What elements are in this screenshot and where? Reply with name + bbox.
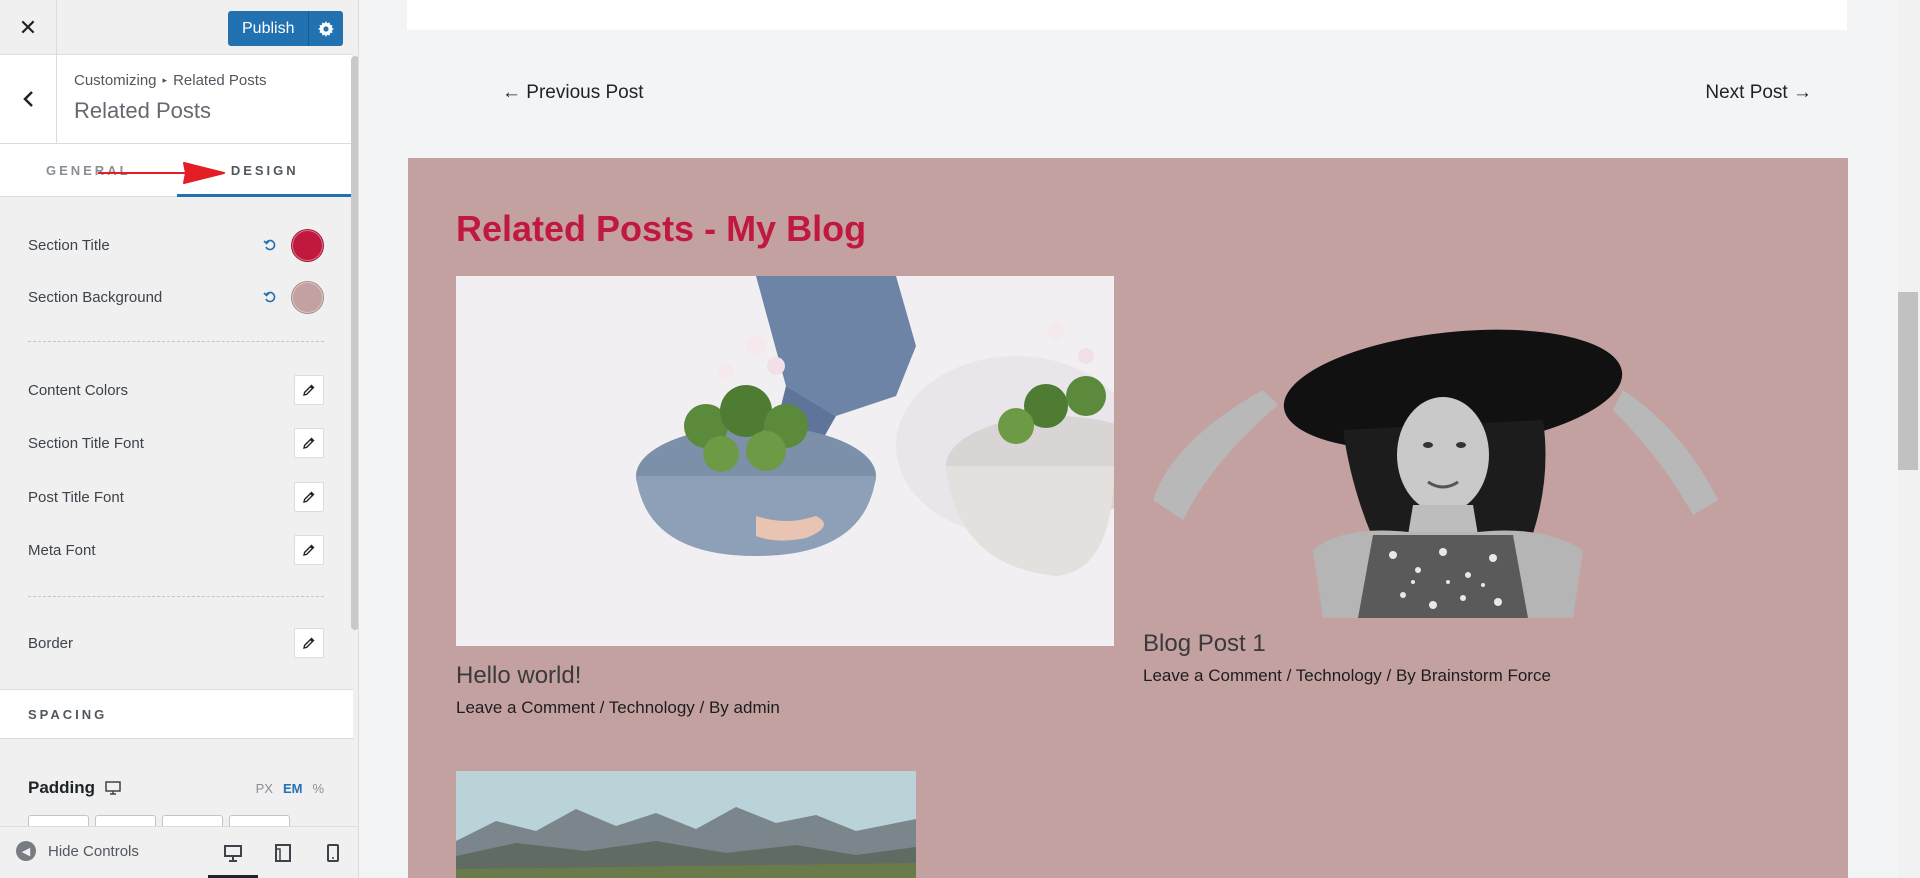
edit-label: Section Title Font — [28, 434, 144, 452]
padding-label: Padding — [28, 778, 96, 797]
meta-by: By — [1395, 666, 1416, 685]
post-title-hello-world[interactable]: Hello world! — [456, 662, 581, 690]
section-title: Related Posts — [74, 98, 211, 123]
divider — [28, 341, 324, 342]
post-thumbnail-mountains[interactable] — [456, 771, 916, 878]
publish-settings-button[interactable] — [309, 11, 344, 46]
unit-px[interactable]: PX — [256, 781, 273, 796]
author-link[interactable]: admin — [734, 698, 780, 717]
meta-by: By — [708, 698, 729, 717]
customizer-sidebar: ✕ Publish Customizing ▸ Related Posts Rela… — [0, 0, 359, 878]
category-link[interactable]: Technology — [1296, 666, 1382, 685]
publish-group: Publish — [228, 11, 344, 46]
color-swatch-section-background[interactable] — [291, 280, 324, 314]
device-mobile-button[interactable] — [308, 827, 358, 878]
desktop-icon — [224, 845, 242, 862]
post-thumbnail-blog-post-1[interactable] — [1143, 320, 1728, 618]
spacing-heading: SPACING — [0, 689, 353, 739]
pencil-icon — [303, 437, 315, 449]
tab-general[interactable]: GENERAL — [0, 144, 177, 196]
customizer-topbar: ✕ Publish — [0, 0, 353, 55]
color-swatch-section-title[interactable] — [291, 228, 324, 262]
pencil-icon — [303, 637, 315, 649]
device-tablet-button[interactable] — [258, 827, 308, 878]
chevron-left-icon — [23, 91, 33, 107]
hide-controls-button[interactable]: ◀ Hide Controls — [16, 841, 139, 861]
close-customizer-button[interactable]: ✕ — [0, 0, 57, 55]
reset-icon[interactable] — [263, 290, 277, 304]
color-row-section-background: Section Background — [28, 280, 324, 314]
edit-row-post-title-font: Post Title Font — [28, 482, 324, 512]
preview-scrollbar-thumb[interactable] — [1898, 292, 1918, 470]
edit-label: Border — [28, 634, 74, 652]
color-label: Section Background — [28, 288, 163, 306]
edit-row-section-title-font: Section Title Font — [28, 428, 324, 458]
edit-row-meta-font: Meta Font — [28, 535, 324, 565]
category-link[interactable]: Technology — [609, 698, 695, 717]
unit-switcher: PX EM % — [256, 781, 324, 796]
unit-em[interactable]: EM — [283, 781, 303, 796]
color-label: Section Title — [28, 236, 110, 254]
edit-label: Meta Font — [28, 541, 96, 559]
gear-icon — [318, 20, 335, 37]
tabs: GENERAL DESIGN — [0, 144, 353, 197]
collapse-icon: ◀ — [16, 841, 36, 861]
edit-button[interactable] — [294, 628, 324, 658]
edit-label: Post Title Font — [28, 488, 124, 506]
edit-row-content-colors: Content Colors — [28, 375, 324, 405]
edit-button[interactable] — [294, 482, 324, 512]
mobile-icon — [327, 844, 339, 862]
related-posts-section: Related Posts - My Blog Hello world! Lea… — [408, 158, 1848, 878]
padding-row: Padding PX EM % — [28, 776, 324, 800]
desktop-icon[interactable] — [105, 781, 121, 795]
pencil-icon — [303, 384, 315, 396]
device-switcher — [208, 827, 358, 878]
post-meta-blog-post-1: Leave a Comment / Technology / By Brains… — [1143, 666, 1551, 685]
unit-percent[interactable]: % — [312, 781, 324, 796]
back-button[interactable] — [0, 55, 57, 143]
comment-link[interactable]: Leave a Comment — [456, 698, 595, 717]
tab-design[interactable]: DESIGN — [176, 144, 354, 197]
comment-link[interactable]: Leave a Comment — [1143, 666, 1282, 685]
customizer-footer: ◀ Hide Controls — [0, 826, 358, 878]
site-preview: ← Previous Post Next Post → Related Post… — [359, 0, 1920, 878]
breadcrumb-separator: ▸ — [162, 75, 168, 85]
reset-icon[interactable] — [263, 238, 277, 252]
previous-post-link[interactable]: ← Previous Post — [502, 82, 644, 104]
related-posts-title: Related Posts - My Blog — [456, 208, 867, 249]
preview-scrollbar-track — [1898, 0, 1920, 878]
breadcrumb-root: Customizing — [74, 72, 157, 89]
publish-button[interactable]: Publish — [228, 11, 310, 46]
tablet-icon — [275, 844, 291, 862]
post-meta-hello-world: Leave a Comment / Technology / By admin — [456, 698, 780, 717]
edit-button[interactable] — [294, 375, 324, 405]
pencil-icon — [303, 544, 315, 556]
sidebar-scrollbar[interactable] — [351, 56, 358, 630]
color-row-section-title: Section Title — [28, 228, 324, 262]
device-desktop-button[interactable] — [208, 827, 258, 878]
post-thumbnail-hello-world[interactable] — [456, 276, 1114, 646]
breadcrumb-current: Related Posts — [173, 72, 267, 89]
next-post-link[interactable]: Next Post → — [1705, 82, 1812, 104]
author-link[interactable]: Brainstorm Force — [1421, 666, 1551, 685]
breadcrumb: Customizing ▸ Related Posts — [74, 72, 266, 89]
hide-controls-label: Hide Controls — [48, 842, 139, 860]
content-bottom-edge — [407, 0, 1847, 30]
close-icon: ✕ — [18, 14, 38, 40]
edit-button[interactable] — [294, 535, 324, 565]
post-title-blog-post-1[interactable]: Blog Post 1 — [1143, 630, 1266, 658]
edit-button[interactable] — [294, 428, 324, 458]
edit-row-border: Border — [28, 628, 324, 658]
section-header: Customizing ▸ Related Posts Related Posts — [0, 55, 353, 144]
pencil-icon — [303, 491, 315, 503]
edit-label: Content Colors — [28, 381, 129, 399]
divider — [28, 596, 324, 597]
